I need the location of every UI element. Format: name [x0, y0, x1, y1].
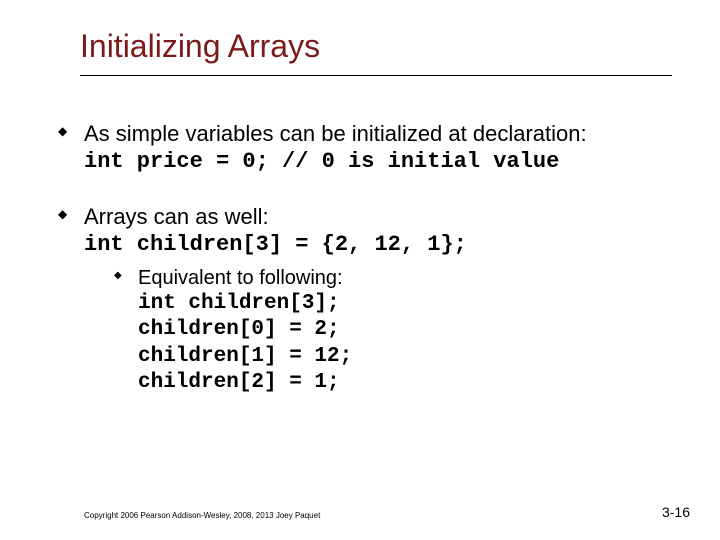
sub-code-4: children[2] = 1;: [138, 370, 672, 396]
bullet-2: Arrays can as well: int children[3] = {2…: [84, 203, 672, 396]
bullet-1: As simple variables can be initialized a…: [84, 120, 672, 175]
sub-code-2: children[0] = 2;: [138, 317, 672, 343]
sub-code-1: int children[3];: [138, 291, 672, 317]
sub-bullet: Equivalent to following: int children[3]…: [138, 266, 672, 396]
page-number: 3-16: [662, 504, 690, 520]
bullet-2-code: int children[3] = {2, 12, 1};: [84, 231, 672, 259]
slide: Initializing Arrays As simple variables …: [0, 0, 720, 540]
sub-code-3: children[1] = 12;: [138, 344, 672, 370]
bullet-1-code: int price = 0; // 0 is initial value: [84, 148, 672, 176]
sub-bullet-text: Equivalent to following:: [138, 266, 672, 291]
bullet-2-text: Arrays can as well:: [84, 203, 672, 231]
bullet-1-text: As simple variables can be initialized a…: [84, 120, 672, 148]
slide-title: Initializing Arrays: [80, 28, 672, 76]
copyright-text: Copyright 2006 Pearson Addison-Wesley, 2…: [84, 511, 320, 520]
